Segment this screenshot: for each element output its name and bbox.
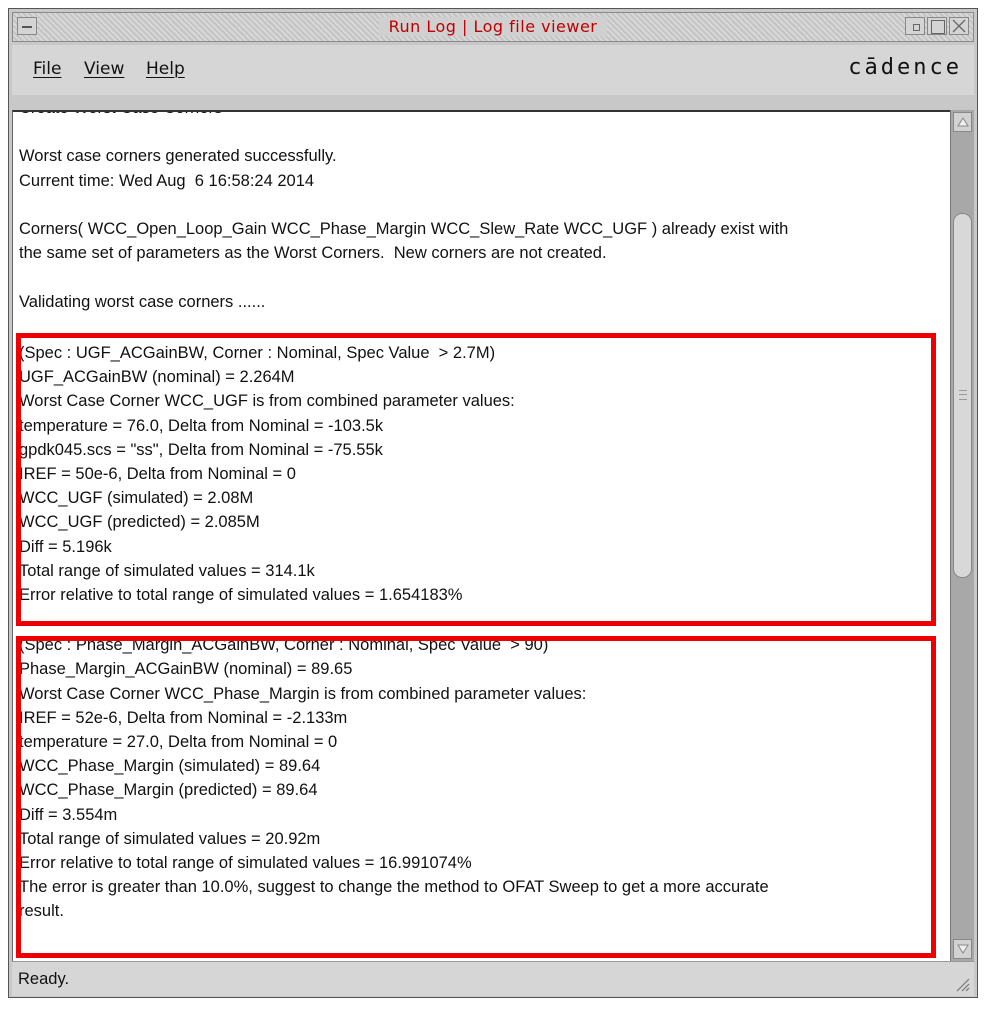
grip-icon [959, 390, 967, 400]
log-line-blank [19, 265, 940, 289]
scroll-up-icon[interactable] [953, 112, 972, 132]
log-line: WCC_Phase_Margin (simulated) = 89.64 [19, 757, 321, 776]
log-line: Total range of simulated values = 20.92m [19, 829, 321, 848]
log-text-area[interactable]: Create Worst Case Corners Worst case cor… [12, 110, 950, 961]
resize-grip-icon[interactable] [954, 976, 970, 992]
menu-view[interactable]: View [84, 59, 124, 79]
close-icon[interactable] [949, 17, 969, 35]
log-line: WCC_Phase_Margin (predicted) = 89.64 [19, 781, 318, 800]
log-line: Phase_Margin_ACGainBW (nominal) = 89.65 [19, 660, 353, 679]
log-line: result. [19, 902, 64, 921]
window-title: Run Log | Log file viewer [13, 17, 973, 36]
maximize-icon[interactable] [927, 17, 947, 35]
log-line: Worst Case Corner WCC_Phase_Margin is fr… [19, 684, 587, 703]
ugf-result-block: (Spec : UGF_ACGainBW, Corner : Nominal, … [19, 341, 940, 607]
log-line: IREF = 50e-6, Delta from Nominal = 0 [19, 464, 296, 483]
phase-margin-result-block: (Spec : Phase_Margin_ACGainBW, Corner : … [19, 633, 940, 923]
log-line: (Spec : Phase_Margin_ACGainBW, Corner : … [19, 636, 549, 655]
log-line-blank [19, 193, 940, 217]
log-line: Total range of simulated values = 314.1k [19, 561, 315, 580]
menu-help[interactable]: Help [146, 59, 185, 79]
log-line: Corners( WCC_Open_Loop_Gain WCC_Phase_Ma… [19, 219, 789, 238]
log-viewer-window: Run Log | Log file viewer File View Help… [8, 8, 978, 998]
log-line: Validating worst case corners ...... [19, 292, 266, 311]
log-line: Worst Case Corner WCC_UGF is from combin… [19, 392, 515, 411]
log-line-blank [19, 607, 940, 633]
vertical-scrollbar[interactable] [950, 110, 974, 961]
log-content: Create Worst Case Corners Worst case cor… [19, 112, 940, 924]
log-line: Error relative to total range of simulat… [19, 854, 472, 873]
log-line: Create Worst Case Corners [19, 112, 940, 120]
window-title-label: Run Log | Log file viewer [378, 17, 608, 36]
menu-bar: File View Help cādence [12, 45, 974, 135]
status-text: Ready. [18, 970, 70, 988]
log-line: WCC_UGF (predicted) = 2.085M [19, 513, 260, 532]
log-line: the same set of parameters as the Worst … [19, 244, 607, 263]
scroll-down-icon[interactable] [953, 939, 972, 959]
minimize-icon[interactable] [905, 17, 925, 35]
log-line: Error relative to total range of simulat… [19, 586, 463, 604]
log-line: temperature = 76.0, Delta from Nominal =… [19, 416, 384, 435]
log-line: The error is greater than 10.0%, suggest… [19, 878, 769, 897]
status-bar: Ready. [12, 961, 974, 996]
log-line-blank [19, 314, 940, 338]
log-line: (Spec : UGF_ACGainBW, Corner : Nominal, … [19, 343, 496, 362]
log-line: Worst case corners generated successfull… [19, 147, 337, 166]
log-line-blank [19, 120, 940, 144]
log-line: Diff = 5.196k [19, 537, 112, 556]
log-line: Diff = 3.554m [19, 805, 118, 824]
log-line: WCC_UGF (simulated) = 2.08M [19, 489, 254, 508]
scroll-thumb[interactable] [953, 213, 972, 578]
log-line: Current time: Wed Aug 6 16:58:24 2014 [19, 171, 315, 190]
log-line: IREF = 52e-6, Delta from Nominal = -2.13… [19, 708, 348, 727]
log-line: UGF_ACGainBW (nominal) = 2.264M [19, 368, 295, 387]
log-line: temperature = 27.0, Delta from Nominal =… [19, 733, 338, 752]
menu-file[interactable]: File [33, 59, 61, 79]
cadence-logo: cādence [848, 55, 962, 80]
title-bar[interactable]: Run Log | Log file viewer [12, 12, 974, 42]
log-line: gpdk045.scs = "ss", Delta from Nominal =… [19, 440, 383, 459]
window-controls [905, 17, 969, 35]
